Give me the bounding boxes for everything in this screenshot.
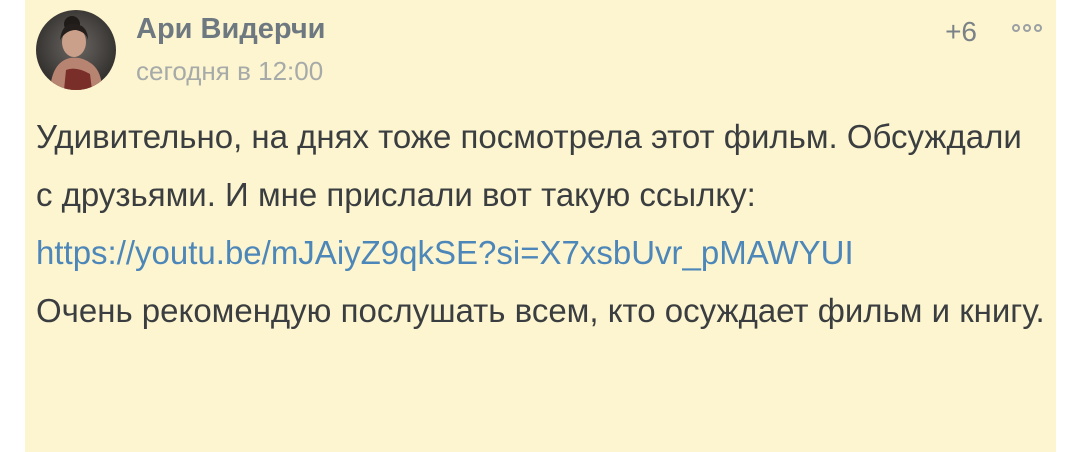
comment-text-intro: Удивительно, на днях тоже посмотрела это…: [36, 118, 1022, 213]
user-avatar-photo-icon: [36, 10, 116, 90]
author-avatar[interactable]: [36, 10, 116, 90]
menu-dot: [1012, 24, 1020, 32]
comment-body: Удивительно, на днях тоже посмотрела это…: [36, 108, 1046, 340]
comment-card: Ари Видерчи сегодня в 12:00 +6 Удивитель…: [25, 0, 1056, 452]
more-options-icon[interactable]: [1010, 22, 1044, 34]
comment-timestamp: сегодня в 12:00: [136, 56, 324, 86]
comment-rating: +6: [945, 16, 977, 47]
comment-text-outro: Очень рекомендую послушать всем, кто осу…: [36, 292, 1045, 329]
comment-link[interactable]: https://youtu.be/mJAiyZ9qkSE?si=X7xsbUvr…: [36, 234, 854, 271]
menu-dot: [1034, 24, 1042, 32]
menu-dot: [1023, 24, 1031, 32]
author-name[interactable]: Ари Видерчи: [136, 13, 326, 46]
